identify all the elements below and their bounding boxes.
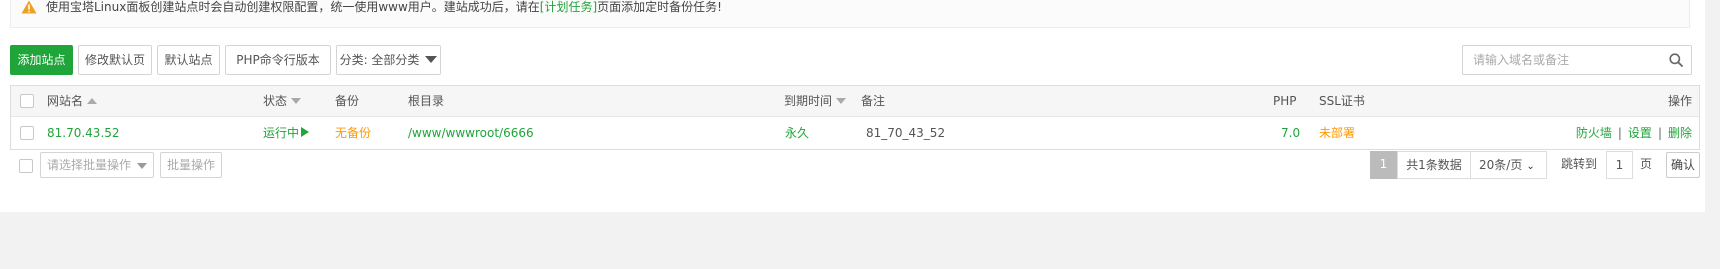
status-toggle[interactable]: 运行中 [263, 117, 310, 149]
row-checkbox[interactable] [20, 126, 34, 140]
notice-bar: 使用宝塔Linux面板创建站点时会自动创建权限配置，统一使用www用户。建站成功… [10, 0, 1690, 28]
header-remark: 备注 [861, 94, 886, 108]
batch-select-placeholder: 请选择批量操作 [47, 158, 132, 172]
notice-text: 使用宝塔Linux面板创建站点时会自动创建权限配置，统一使用www用户。建站成功… [46, 0, 722, 14]
header-expire-label: 到期时间 [784, 94, 833, 108]
jump-label: 跳转到 [1560, 157, 1597, 171]
php-cli-version-button[interactable]: PHP命令行版本 [225, 45, 331, 75]
header-php: PHP [1273, 94, 1297, 108]
search-input[interactable] [1463, 46, 1659, 74]
confirm-jump-button[interactable]: 确认 [1666, 152, 1700, 178]
ssl-status-link[interactable]: 未部署 [1319, 117, 1355, 149]
page-size-select[interactable]: 20条/页 ⌄ [1470, 151, 1547, 179]
header-site-name[interactable]: 网站名 [47, 86, 98, 116]
table-footer: 请选择批量操作 批量操作 1 共1条数据 20条/页 ⌄ 跳转到 1 页 确认 [10, 151, 1700, 180]
header-status-label: 状态 [263, 94, 288, 108]
table-row: 81.70.43.52 运行中 无备份 /www/wwwroot/6666 永久… [11, 117, 1699, 149]
default-site-button[interactable]: 默认站点 [157, 45, 220, 75]
pagination: 1 共1条数据 20条/页 ⌄ 跳转到 1 页 确认 [1370, 151, 1720, 179]
header-expire[interactable]: 到期时间 [784, 86, 847, 116]
search-box [1462, 45, 1692, 75]
edit-default-page-button[interactable]: 修改默认页 [78, 45, 152, 75]
header-ssl: SSL证书 [1319, 94, 1365, 108]
category-select[interactable]: 分类: 全部分类 [336, 45, 441, 75]
notice-text-after: 页面添加定时备份任务! [597, 0, 722, 14]
root-dir-link[interactable]: /www/wwwroot/6666 [408, 117, 534, 149]
table-header-row: 网站名 状态 备份 根目录 到期时间 备注 PHP SSL证书 操作 [11, 86, 1699, 117]
page-unit-label: 页 [1639, 157, 1652, 171]
separator: | [1657, 126, 1662, 140]
select-all-checkbox[interactable] [20, 94, 34, 108]
expire-link[interactable]: 永久 [785, 117, 809, 149]
notice-text-before: 使用宝塔Linux面板创建站点时会自动创建权限配置，统一使用www用户。建站成功… [46, 0, 540, 14]
page-size-value: 20条/页 [1479, 158, 1523, 172]
search-icon[interactable] [1669, 53, 1683, 67]
batch-operation-button[interactable]: 批量操作 [160, 152, 222, 178]
header-site-name-label: 网站名 [47, 94, 84, 108]
sites-table: 网站名 状态 备份 根目录 到期时间 备注 PHP SSL证书 操作 81.70… [10, 85, 1700, 150]
chevron-down-icon: ⌄ [1526, 161, 1535, 172]
sort-asc-icon [87, 98, 98, 104]
category-select-value: 分类: 全部分类 [339, 53, 420, 67]
site-management-panel: 使用宝塔Linux面板创建站点时会自动创建权限配置，统一使用www用户。建站成功… [0, 0, 1705, 212]
total-count: 共1条数据 [1397, 151, 1471, 179]
php-version-link[interactable]: 7.0 [1281, 117, 1300, 149]
settings-link[interactable]: 设置 [1628, 126, 1652, 140]
chevron-down-icon [137, 163, 147, 169]
add-site-button[interactable]: 添加站点 [10, 45, 73, 75]
firewall-link[interactable]: 防火墙 [1576, 126, 1612, 140]
remark-text[interactable]: 81_70_43_52 [866, 117, 945, 149]
header-backup: 备份 [335, 94, 360, 108]
chevron-down-icon [425, 56, 438, 63]
header-root-dir: 根目录 [408, 94, 445, 108]
sort-desc-icon [836, 98, 847, 104]
play-icon [301, 127, 310, 137]
row-actions: 防火墙 | 设置 | 删除 [1576, 117, 1692, 149]
page-number-current[interactable]: 1 [1370, 151, 1397, 179]
batch-operation-select[interactable]: 请选择批量操作 [40, 152, 154, 178]
sort-desc-icon [291, 98, 302, 104]
toolbar: 添加站点 修改默认页 默认站点 PHP命令行版本 分类: 全部分类 [10, 45, 1700, 75]
status-label: 运行中 [263, 126, 300, 140]
header-actions: 操作 [1667, 94, 1692, 108]
scheduled-tasks-link[interactable]: [计划任务] [540, 0, 597, 14]
jump-page-input[interactable]: 1 [1606, 151, 1633, 179]
header-status[interactable]: 状态 [263, 86, 302, 116]
separator: | [1617, 126, 1622, 140]
footer-select-all-checkbox[interactable] [19, 159, 33, 173]
delete-link[interactable]: 删除 [1668, 126, 1692, 140]
warning-icon [21, 0, 37, 14]
site-name-link[interactable]: 81.70.43.52 [47, 117, 120, 149]
backup-link[interactable]: 无备份 [335, 117, 371, 149]
